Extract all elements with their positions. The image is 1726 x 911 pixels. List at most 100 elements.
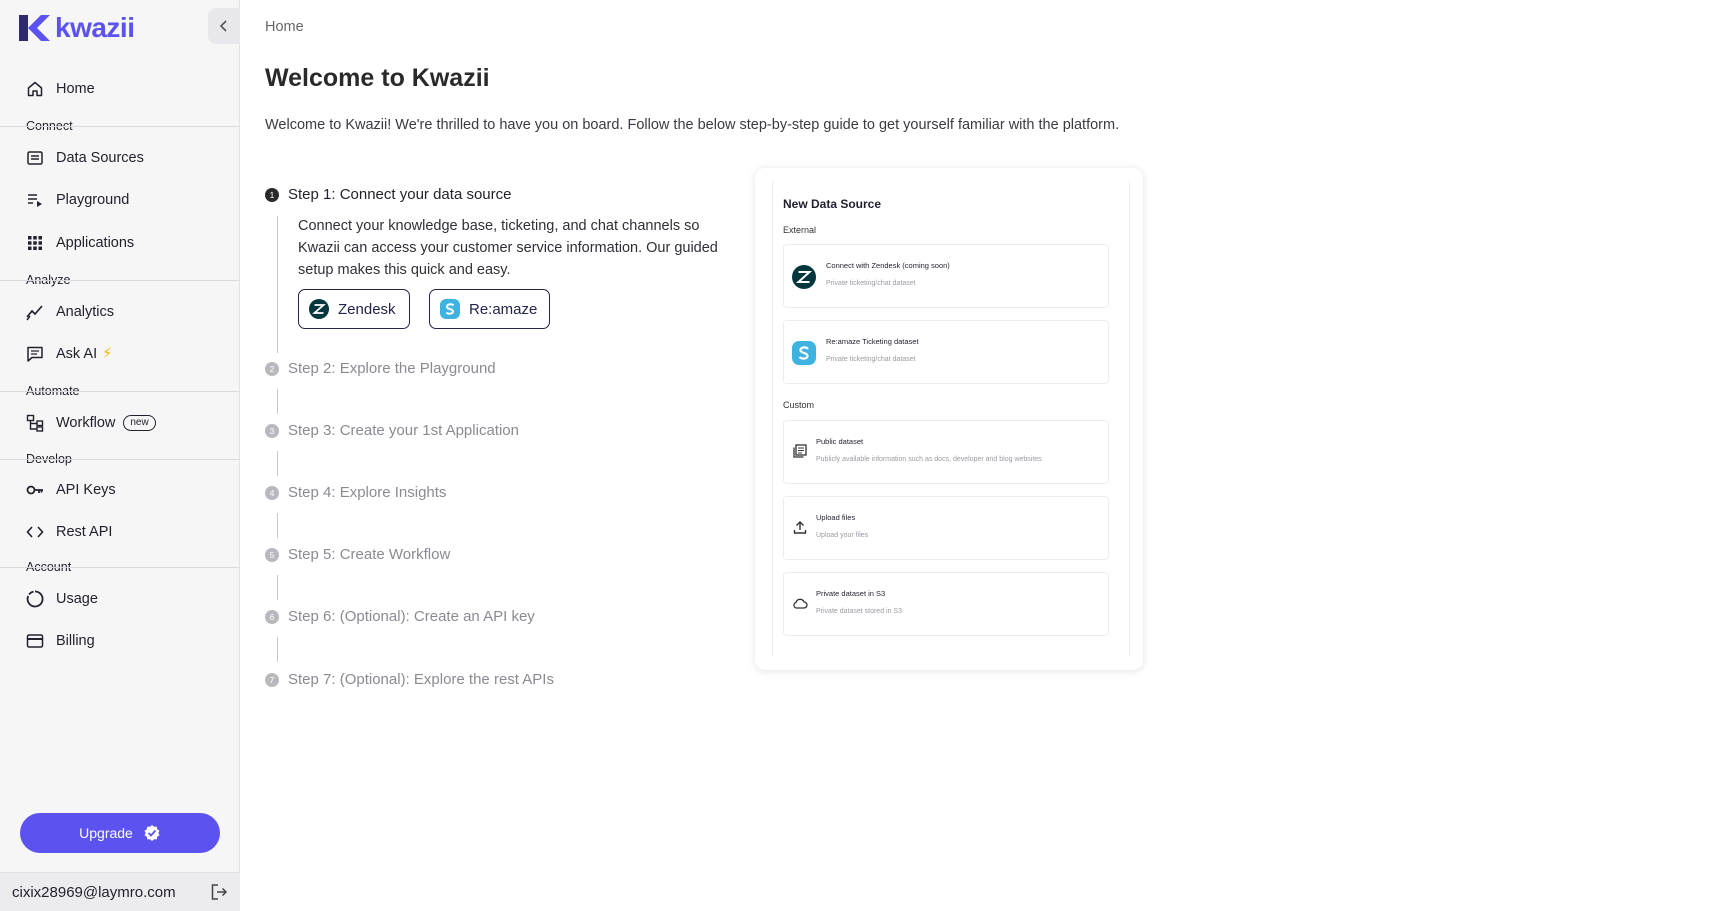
sidebar-item-label: Rest API [56, 524, 113, 540]
step-number: 1 [265, 187, 279, 202]
sidebar-item-ask-ai[interactable]: Ask AI ⚡ [26, 340, 226, 368]
step-3[interactable]: 3 Step 3: Create your 1st Application [265, 422, 519, 439]
step-7[interactable]: 7 Step 7: (Optional): Explore the rest A… [265, 671, 554, 688]
card-subtitle: Private ticketing/chat dataset [826, 356, 916, 363]
zendesk-connect-button[interactable]: Zendesk [298, 289, 410, 329]
lightning-icon: ⚡ [102, 346, 113, 362]
sidebar-item-api-keys[interactable]: API Keys [26, 476, 226, 504]
credit-card-icon [26, 634, 44, 648]
preview-card-s3: Private dataset in S3 Private dataset st… [783, 572, 1109, 636]
usage-ring-icon [26, 590, 44, 608]
upload-icon [793, 521, 807, 534]
breadcrumb[interactable]: Home [265, 19, 304, 35]
reamaze-connect-button[interactable]: Re:amaze [429, 289, 550, 329]
user-email: cixix28969@laymro.com [12, 883, 176, 901]
key-icon [26, 485, 43, 495]
library-icon [793, 444, 807, 458]
card-subtitle: Publicly available information such as d… [816, 456, 1042, 463]
card-title: Private dataset in S3 [816, 589, 886, 598]
step-4[interactable]: 4 Step 4: Explore Insights [265, 484, 446, 501]
code-icon [26, 526, 44, 538]
sidebar-item-label: Analytics [56, 304, 115, 320]
divider [0, 126, 239, 127]
step-label: Step 2: Explore the Playground [288, 360, 496, 377]
upgrade-button[interactable]: Upgrade [20, 813, 220, 853]
divider [0, 459, 239, 460]
reamaze-label: Re:amaze [469, 300, 538, 318]
preview-card-upload: Upload files Upload your files [783, 496, 1109, 560]
sidebar-item-playground[interactable]: Playground [26, 186, 226, 214]
preview-panel: New Data Source External Connect with Ze… [772, 181, 1130, 656]
playlist-icon [28, 194, 42, 207]
step-number: 4 [265, 485, 279, 500]
zendesk-label: Zendesk [338, 300, 396, 318]
reamaze-icon [792, 341, 816, 365]
workflow-icon [26, 414, 44, 432]
card-title: Public dataset [816, 437, 864, 446]
sidebar-item-rest-api[interactable]: Rest API [26, 518, 226, 546]
step-number: 6 [265, 609, 279, 624]
sidebar-item-label: Data Sources [56, 150, 144, 166]
sidebar-item-label: Usage [56, 591, 98, 607]
logo[interactable]: kwazii [17, 12, 135, 44]
step-connector [277, 451, 278, 476]
sidebar-item-workflow[interactable]: Workflow new [26, 409, 226, 437]
divider [0, 391, 239, 392]
step-label: Step 5: Create Workflow [288, 546, 451, 563]
card-title: Re:amaze Ticketing dataset [826, 337, 919, 346]
logo-text: kwazii [55, 12, 135, 43]
step-connector [277, 513, 278, 538]
sidebar-item-label: Applications [56, 235, 135, 251]
reamaze-icon [440, 299, 460, 319]
zendesk-icon [792, 265, 816, 289]
preview-title: New Data Source [783, 197, 882, 211]
sidebar-item-billing[interactable]: Billing [26, 627, 226, 655]
sidebar-item-applications[interactable]: Applications [26, 229, 226, 257]
step-number: 5 [265, 547, 279, 562]
step-label: Step 6: (Optional): Create an API key [288, 608, 535, 625]
verified-badge-icon [144, 825, 160, 841]
step-number: 2 [265, 361, 279, 376]
step-number: 7 [265, 672, 279, 687]
sidebar-item-label: Workflow [56, 415, 116, 431]
zendesk-icon [309, 299, 329, 319]
step-1[interactable]: 1 Step 1: Connect your data source [265, 186, 511, 203]
card-subtitle: Private ticketing/chat dataset [826, 280, 916, 287]
preview-section-custom: Custom [783, 400, 815, 410]
step-label: Step 7: (Optional): Explore the rest API… [288, 671, 554, 688]
kwazii-logo-icon [19, 15, 50, 41]
step-5[interactable]: 5 Step 5: Create Workflow [265, 546, 450, 563]
sidebar-item-label: Billing [56, 633, 95, 649]
step-label: Step 3: Create your 1st Application [288, 422, 519, 439]
step-connector [277, 389, 278, 414]
sidebar-item-data-sources[interactable]: Data Sources [26, 144, 226, 172]
cloud-icon [793, 598, 808, 609]
upgrade-label: Upgrade [79, 825, 133, 841]
preview-card-reamaze: Re:amaze Ticketing dataset Private ticke… [783, 320, 1109, 384]
sidebar-item-label: Ask AI [56, 346, 98, 362]
card-title: Connect with Zendesk (coming soon) [826, 261, 950, 270]
divider [0, 567, 239, 568]
sidebar-item-analytics[interactable]: Analytics [26, 298, 226, 326]
intro-text: Welcome to Kwazii! We're thrilled to hav… [265, 117, 1120, 133]
step-1-description: Connect your knowledge base, ticketing, … [298, 218, 718, 278]
step-label: Step 4: Explore Insights [288, 484, 447, 501]
step-number: 3 [265, 423, 279, 438]
card-subtitle: Private dataset stored in S3 [816, 608, 902, 615]
sidebar-item-label: Home [56, 81, 95, 97]
sidebar: kwazii Home Connect Data Sources Playgro… [0, 0, 240, 911]
sidebar-item-label: API Keys [56, 482, 116, 498]
user-bar: cixix28969@laymro.com [0, 872, 240, 911]
sidebar-item-usage[interactable]: Usage [26, 585, 226, 613]
logout-icon[interactable] [210, 883, 228, 901]
step-6[interactable]: 6 Step 6: (Optional): Create an API key [265, 608, 535, 625]
step-connector [277, 637, 278, 662]
step-connector [277, 575, 278, 600]
divider [0, 280, 239, 281]
sidebar-item-label: Playground [56, 192, 130, 208]
folder-list-icon [27, 151, 43, 165]
sidebar-item-home[interactable]: Home [26, 75, 226, 103]
step-2[interactable]: 2 Step 2: Explore the Playground [265, 360, 496, 377]
collapse-sidebar-button[interactable] [208, 8, 240, 44]
step-label: Step 1: Connect your data source [288, 186, 512, 203]
